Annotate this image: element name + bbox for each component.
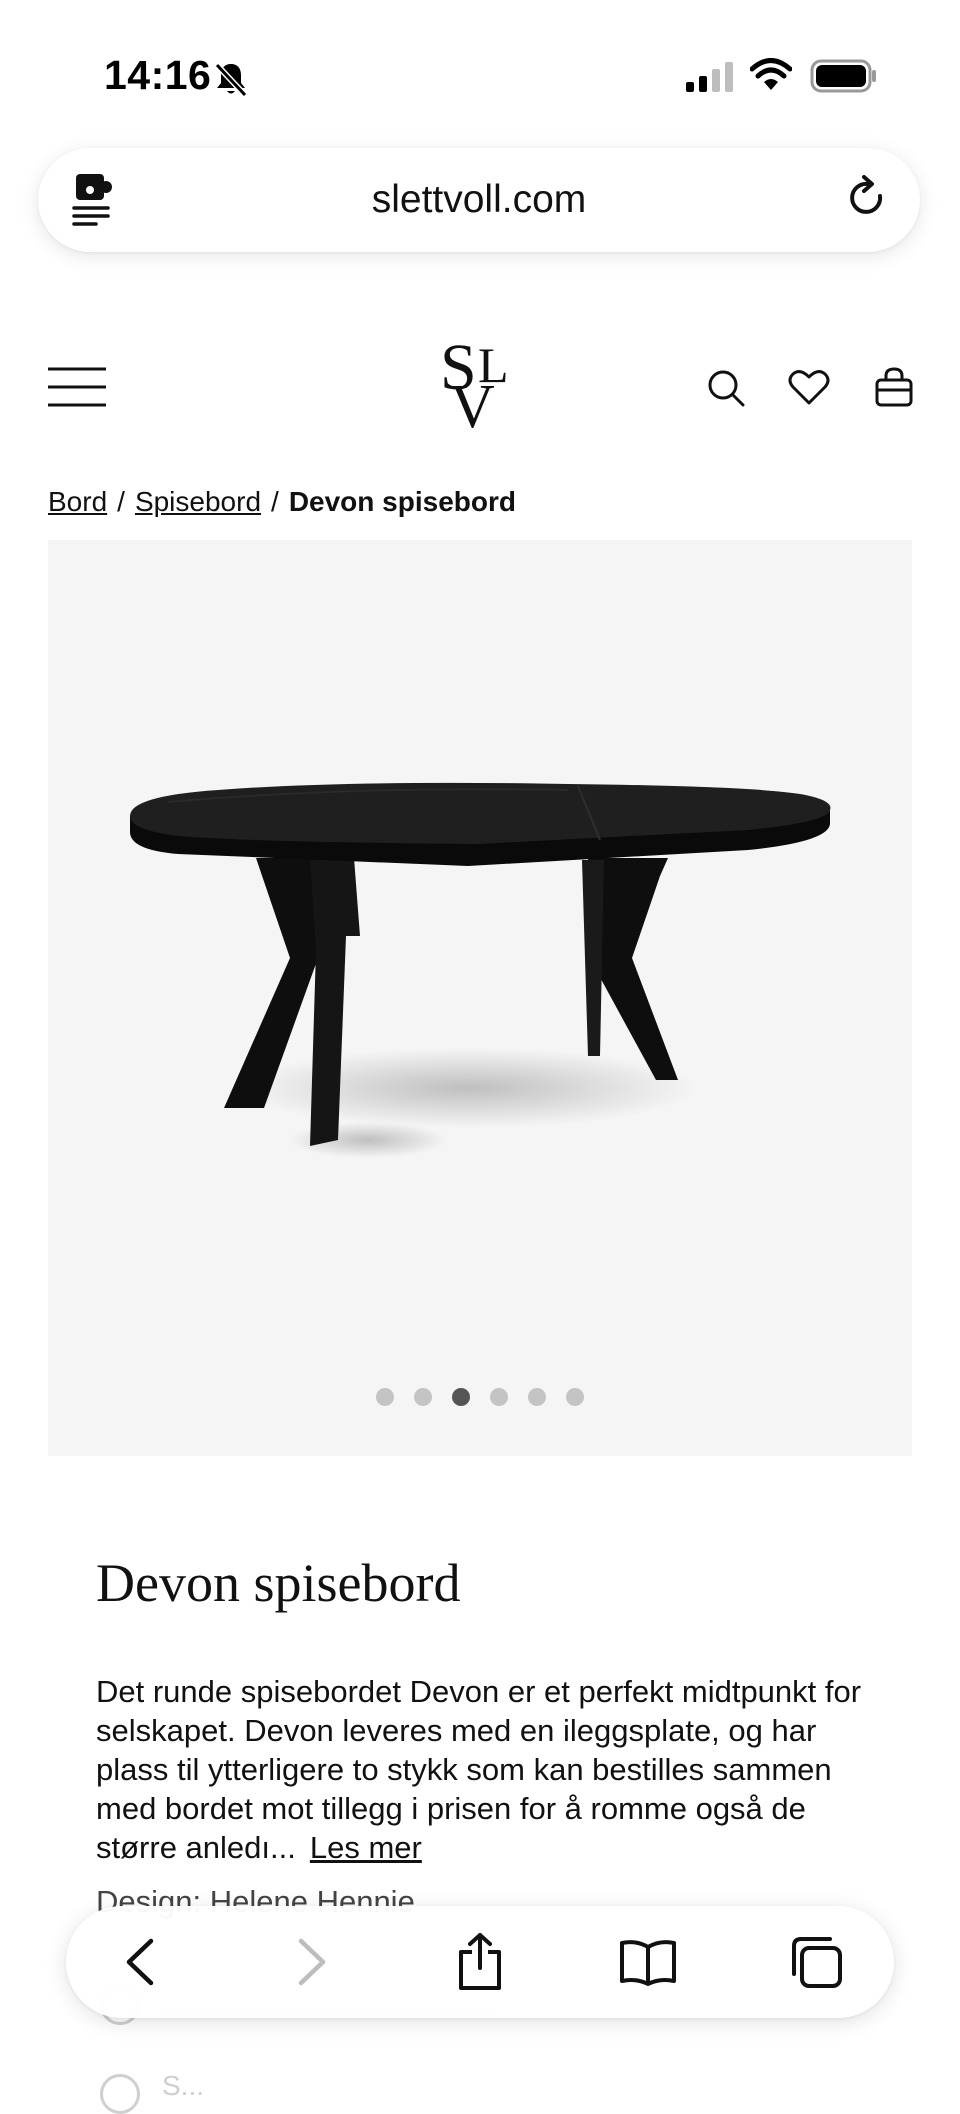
breadcrumb: Bord / Spisebord / Devon spisebord: [48, 486, 516, 518]
back-button[interactable]: [108, 1930, 172, 1994]
breadcrumb-link-bord[interactable]: Bord: [48, 486, 107, 517]
forward-button[interactable]: [280, 1930, 344, 1994]
bag-icon[interactable]: [874, 366, 914, 408]
menu-icon[interactable]: [48, 366, 106, 408]
heart-icon[interactable]: [788, 368, 830, 406]
address-bar[interactable]: slettvoll.com: [38, 148, 920, 252]
bookmarks-button[interactable]: [616, 1930, 680, 1994]
search-icon[interactable]: [706, 368, 746, 408]
gallery-dot[interactable]: [414, 1388, 432, 1406]
url-text[interactable]: slettvoll.com: [38, 178, 920, 222]
forward-icon: [298, 1938, 326, 1986]
logo-letter-v: V: [450, 373, 495, 441]
back-icon: [126, 1938, 154, 1986]
bookmarks-icon: [620, 1940, 676, 1986]
product-description: Det runde spisebordet Devon er et perfek…: [96, 1672, 876, 1867]
signal-icon: [686, 62, 733, 92]
breadcrumb-current: Devon spisebord: [288, 486, 516, 517]
share-button[interactable]: [448, 1930, 512, 1994]
breadcrumb-link-spisebord[interactable]: Spisebord: [135, 486, 261, 517]
option-radio[interactable]: [100, 2074, 140, 2114]
share-icon: [459, 1933, 501, 1990]
browser-toolbar: [66, 1906, 894, 2018]
product-title: Devon spisebord: [96, 1553, 461, 1613]
breadcrumb-separator: /: [117, 486, 125, 517]
product-image-table: [130, 782, 831, 1158]
product-image-gallery[interactable]: [48, 540, 912, 1456]
battery-icon: [810, 59, 876, 93]
read-more-link[interactable]: Les mer: [310, 1830, 422, 1865]
gallery-dot[interactable]: [566, 1388, 584, 1406]
status-time: 14:16: [104, 52, 212, 98]
gallery-dot[interactable]: [490, 1388, 508, 1406]
gallery-dot[interactable]: [528, 1388, 546, 1406]
option-label: S...: [162, 2070, 205, 2101]
gallery-dot-active[interactable]: [452, 1388, 470, 1406]
product-description-text: Det runde spisebordet Devon er et perfek…: [96, 1674, 862, 1865]
gallery-dot[interactable]: [376, 1388, 394, 1406]
reload-icon[interactable]: [844, 174, 890, 224]
breadcrumb-separator: /: [271, 486, 279, 517]
wifi-icon: [750, 58, 792, 90]
bell-slash-icon: [214, 62, 248, 98]
tabs-icon: [792, 1937, 842, 1988]
gallery-pagination: [48, 1388, 912, 1412]
tabs-button[interactable]: [784, 1930, 848, 1994]
site-logo[interactable]: S L V: [430, 330, 530, 441]
